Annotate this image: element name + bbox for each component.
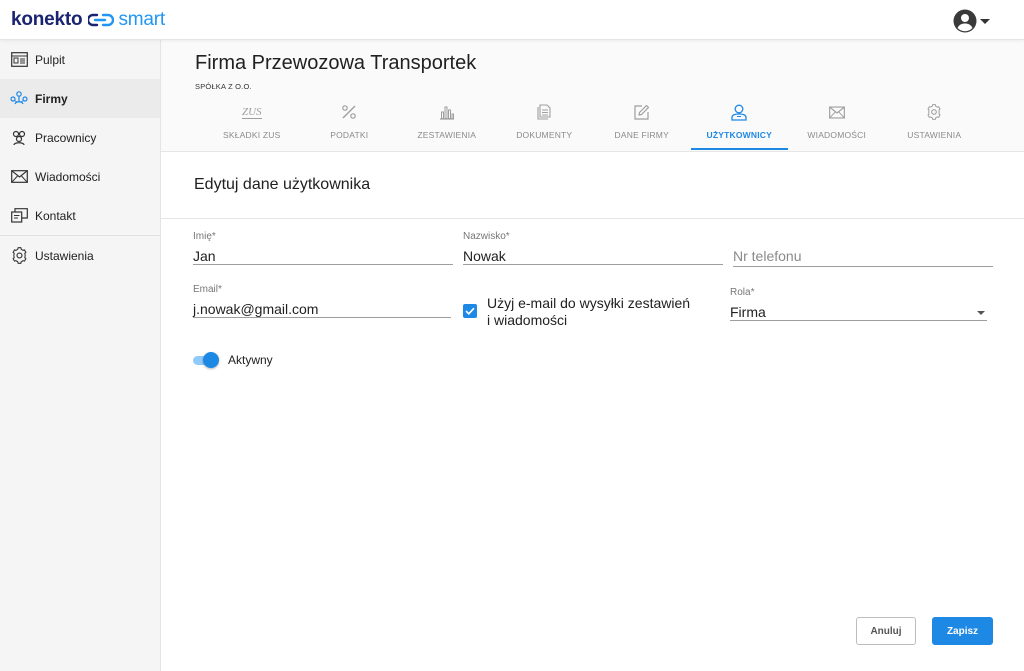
brand-name-part1: konekto: [11, 9, 83, 30]
envelope-icon: [10, 168, 28, 186]
tab-ustawienia[interactable]: USTAWIENIA: [886, 100, 984, 152]
tab-zestawienia[interactable]: ZESTAWIENIA: [398, 100, 496, 152]
tab-label: DOKUMENTY: [516, 130, 573, 140]
company-header: Firma Przewozowa Transportek SPÓŁKA Z O.…: [161, 40, 1024, 152]
tab-bar: ZUS SKŁADKI ZUS PODATKI ZESTAWIENIA DOKU…: [203, 100, 983, 152]
envelope-icon: [828, 102, 845, 122]
form-title: Edytuj dane użytkownika: [194, 176, 371, 193]
employees-icon: [10, 129, 28, 147]
tab-podatki[interactable]: PODATKI: [301, 100, 399, 152]
last-name-field[interactable]: Nazwisko* Nowak: [463, 231, 723, 265]
link-logo-icon: [88, 13, 115, 27]
bar-chart-icon: [439, 102, 455, 122]
company-legal-form: SPÓŁKA Z O.O.: [195, 82, 252, 91]
role-select[interactable]: Rola* Firma: [730, 287, 987, 321]
sidebar: Pulpit Firmy Pracownicy Wiadomości Konta…: [0, 40, 161, 671]
active-label: Aktywny: [228, 353, 273, 367]
account-menu[interactable]: [953, 9, 990, 33]
account-circle-icon: [953, 9, 977, 33]
tab-label: UŻYTKOWNICY: [706, 130, 772, 140]
last-name-label: Nazwisko*: [463, 231, 510, 242]
gear-icon: [926, 102, 942, 122]
active-toggle[interactable]: Aktywny: [193, 351, 273, 369]
toggle-thumb: [203, 352, 219, 368]
sidebar-item-ustawienia[interactable]: Ustawienia: [0, 236, 160, 275]
contact-icon: [10, 207, 28, 225]
email-field[interactable]: Email* j.nowak@gmail.com: [193, 284, 451, 318]
companies-icon: [10, 90, 28, 108]
tab-dane-firmy[interactable]: DANE FIRMY: [593, 100, 691, 152]
dashboard-icon: [10, 51, 28, 69]
chevron-down-icon[interactable]: [977, 311, 985, 315]
tab-label: SKŁADKI ZUS: [223, 130, 281, 140]
phone-input[interactable]: Nr telefonu: [733, 245, 993, 267]
sidebar-item-kontakt[interactable]: Kontakt: [0, 196, 160, 235]
zus-icon-text: ZUS: [241, 105, 262, 119]
form-divider: [161, 218, 1024, 219]
toggle-switch[interactable]: [193, 351, 219, 369]
tab-label: WIADOMOŚCI: [807, 130, 867, 140]
sidebar-item-pulpit[interactable]: Pulpit: [0, 40, 160, 79]
sidebar-item-label: Kontakt: [35, 208, 76, 223]
brand-name-part2: smart: [118, 9, 165, 30]
first-name-field[interactable]: Imię* Jan: [193, 231, 453, 265]
role-label: Rola*: [730, 287, 755, 298]
use-email-checkbox[interactable]: Użyj e-mail do wysyłki zestawień i wiado…: [463, 295, 703, 329]
user-icon: [731, 102, 747, 122]
tab-skladki-zus[interactable]: ZUS SKŁADKI ZUS: [203, 100, 301, 152]
email-input[interactable]: j.nowak@gmail.com: [193, 296, 451, 318]
sidebar-item-label: Pulpit: [35, 52, 66, 67]
tab-label: PODATKI: [330, 130, 369, 140]
save-button[interactable]: Zapisz: [932, 617, 993, 645]
phone-field[interactable]: Nr telefonu: [733, 245, 993, 267]
sidebar-item-label: Pracownicy: [35, 130, 97, 145]
tab-wiadomosci[interactable]: WIADOMOŚCI: [788, 100, 886, 152]
gear-icon: [10, 247, 28, 265]
tab-label: DANE FIRMY: [614, 130, 669, 140]
sidebar-item-label: Firmy: [35, 91, 68, 106]
brand-logo[interactable]: konekto smart: [11, 8, 165, 32]
edit-icon: [634, 102, 650, 122]
documents-icon: [537, 102, 551, 122]
tab-label: USTAWIENIA: [907, 130, 962, 140]
sidebar-item-wiadomosci[interactable]: Wiadomości: [0, 157, 160, 196]
chevron-down-icon: [980, 18, 990, 24]
first-name-label: Imię*: [193, 231, 216, 242]
zus-icon: ZUS: [241, 102, 262, 122]
last-name-input[interactable]: Nowak: [463, 243, 723, 265]
use-email-label-line2: i wiadomości: [487, 312, 568, 328]
email-label: Email*: [193, 284, 222, 295]
checkbox-checked-icon[interactable]: [463, 304, 477, 318]
sidebar-item-pracownicy[interactable]: Pracownicy: [0, 118, 160, 157]
tab-label: ZESTAWIENIA: [417, 130, 477, 140]
top-bar: konekto smart: [0, 0, 1024, 40]
cancel-button[interactable]: Anuluj: [856, 617, 916, 645]
tab-dokumenty[interactable]: DOKUMENTY: [496, 100, 594, 152]
role-selected-value[interactable]: Firma: [730, 299, 987, 321]
sidebar-item-label: Wiadomości: [35, 169, 101, 184]
use-email-label: Użyj e-mail do wysyłki zestawień i wiado…: [487, 295, 690, 329]
first-name-input[interactable]: Jan: [193, 243, 453, 265]
tab-uzytkownicy[interactable]: UŻYTKOWNICY: [690, 100, 789, 152]
sidebar-item-label: Ustawienia: [35, 248, 94, 263]
sidebar-item-firmy[interactable]: Firmy: [0, 79, 160, 118]
percent-icon: [341, 102, 357, 122]
use-email-label-line1: Użyj e-mail do wysyłki zestawień: [487, 295, 691, 311]
page-title: Firma Przewozowa Transportek: [195, 52, 477, 74]
